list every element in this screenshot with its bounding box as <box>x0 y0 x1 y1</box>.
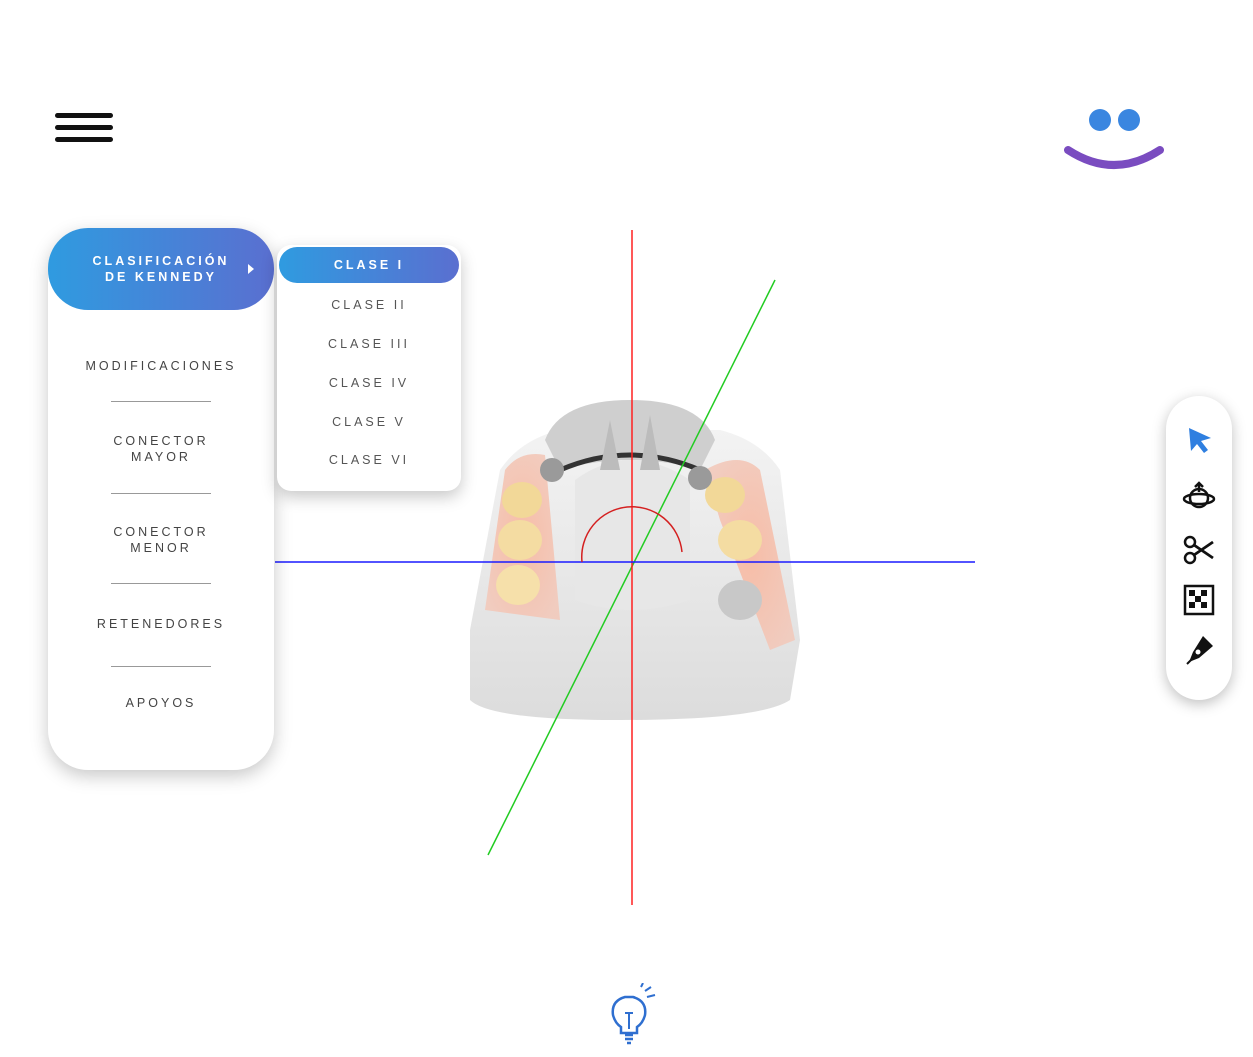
tool-palette <box>1166 396 1232 700</box>
lightbulb-hint-icon[interactable] <box>605 983 659 1045</box>
submenu-item-clase-vi[interactable]: CLASE VI <box>277 453 461 467</box>
hamburger-menu-icon[interactable] <box>55 113 115 149</box>
divider <box>111 666 211 667</box>
menu-item-conector-mayor[interactable]: CONECTOR MAYOR <box>48 433 274 465</box>
menu-item-clasificacion-kennedy[interactable]: CLASIFICACIÓN DE KENNEDY <box>48 228 274 310</box>
submenu-item-clase-iv[interactable]: CLASE IV <box>277 376 461 390</box>
classification-menu: CLASIFICACIÓN DE KENNEDY MODIFICACIONES … <box>48 228 274 770</box>
scissors-icon[interactable] <box>1181 532 1217 568</box>
submenu-item-clase-v[interactable]: CLASE V <box>277 415 461 429</box>
menu-item-modificaciones[interactable]: MODIFICACIONES <box>48 358 274 374</box>
submenu-item-clase-iii[interactable]: CLASE III <box>277 337 461 351</box>
submenu-item-clase-i[interactable]: CLASE I <box>279 247 459 283</box>
pen-icon[interactable] <box>1181 632 1217 668</box>
rotate-orbit-icon[interactable] <box>1181 480 1217 516</box>
caret-right-icon <box>248 264 254 274</box>
divider <box>111 493 211 494</box>
checker-texture-icon[interactable] <box>1181 582 1217 618</box>
divider <box>111 583 211 584</box>
menu-item-label: CLASIFICACIÓN DE KENNEDY <box>92 254 230 284</box>
cursor-arrow-icon[interactable] <box>1181 422 1217 458</box>
menu-item-apoyos[interactable]: APOYOS <box>48 695 274 711</box>
divider <box>111 401 211 402</box>
kennedy-class-submenu: CLASE I CLASE II CLASE III CLASE IV CLAS… <box>277 245 461 491</box>
submenu-item-clase-ii[interactable]: CLASE II <box>277 298 461 312</box>
menu-item-conector-menor[interactable]: CONECTOR MENOR <box>48 524 274 556</box>
smiley-logo <box>1064 109 1164 169</box>
menu-item-retenedores[interactable]: RETENEDORES <box>48 616 274 632</box>
